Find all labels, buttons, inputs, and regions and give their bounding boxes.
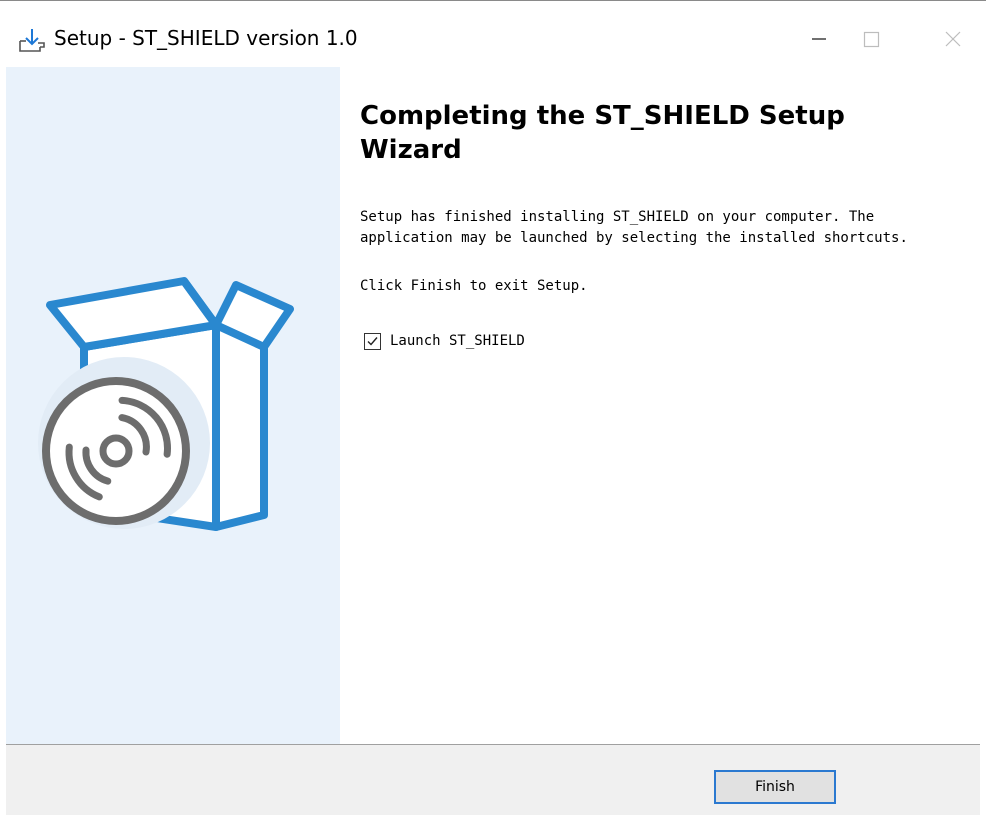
page-title: Completing the ST_SHIELD Setup Wizard	[360, 101, 845, 165]
finish-button[interactable]: Finish	[714, 770, 836, 804]
wizard-content: Completing the ST_SHIELD Setup Wizard Se…	[340, 67, 980, 744]
setup-window: Setup - ST_SHIELD version 1.0 Completing…	[0, 0, 986, 815]
finished-message: Setup has finished installing ST_SHIELD …	[360, 209, 908, 246]
wizard-banner	[6, 67, 340, 744]
maximize-icon[interactable]	[848, 21, 894, 57]
installer-download-icon	[16, 25, 46, 55]
launch-option[interactable]: Launch ST_SHIELD	[364, 330, 525, 352]
button-bar: Finish	[6, 745, 980, 815]
window-title: Setup - ST_SHIELD version 1.0	[54, 26, 358, 50]
close-icon[interactable]	[936, 21, 982, 57]
checkmark-icon	[367, 336, 378, 346]
launch-checkbox-label[interactable]: Launch ST_SHIELD	[390, 333, 525, 349]
software-box-with-disc-icon	[38, 277, 294, 531]
minimize-icon[interactable]	[796, 21, 842, 57]
exit-instruction: Click Finish to exit Setup.	[360, 278, 588, 294]
launch-checkbox[interactable]	[364, 332, 381, 350]
title-bar: Setup - ST_SHIELD version 1.0	[0, 1, 986, 67]
